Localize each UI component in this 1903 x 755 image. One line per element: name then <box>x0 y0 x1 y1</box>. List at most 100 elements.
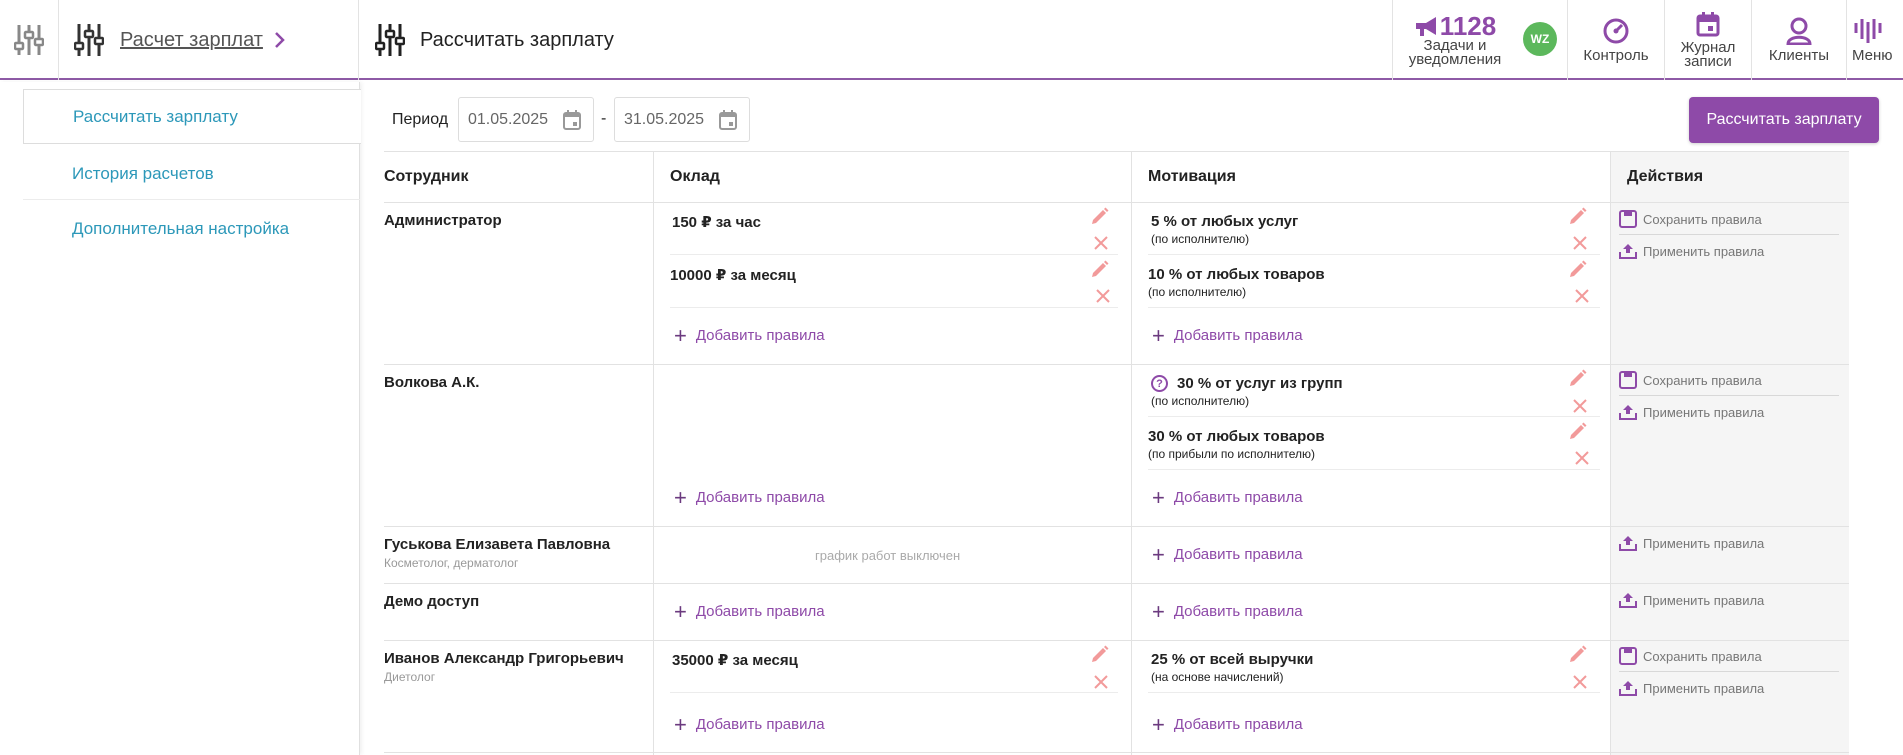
column-header-salary: Оклад <box>670 168 720 185</box>
salary-section-icon <box>74 0 104 80</box>
schedule-off-text: график работ выключен <box>815 548 961 563</box>
date-to-input[interactable]: 31.05.2025 <box>614 97 750 142</box>
sidebar-item-label: Рассчитать зарплату <box>73 106 238 126</box>
motivation-rule: 30 % от услуг из групп <box>1177 375 1343 392</box>
column-header-employee: Сотрудник <box>384 168 469 185</box>
motivation-rule-note: (по исполнителю) <box>1151 232 1250 246</box>
delete-icon[interactable] <box>1572 235 1588 251</box>
motivation-rule: 5 % от любых услуг <box>1151 213 1299 230</box>
calendar-icon[interactable] <box>719 110 737 130</box>
employee-name: Демо доступ <box>384 593 480 610</box>
salary-rule: 10000 ₽ за месяц <box>670 267 796 284</box>
delete-icon[interactable] <box>1572 398 1588 414</box>
edit-icon[interactable] <box>1090 206 1110 226</box>
nav-clients-label: Клиенты <box>1768 47 1830 64</box>
delete-icon[interactable] <box>1574 450 1590 466</box>
nav-clients[interactable]: Клиенты <box>1752 0 1846 80</box>
calendar-icon <box>1696 12 1720 37</box>
nav-journal[interactable]: Журнал записи <box>1665 0 1751 80</box>
add-rule-button[interactable]: + Добавить правила <box>674 714 825 736</box>
motivation-rule-note: (по прибыли по исполнителю) <box>1148 447 1315 461</box>
add-rule-button[interactable]: + Добавить правила <box>674 325 825 347</box>
date-dash: - <box>601 110 607 127</box>
tasks-label-2: уведомления <box>1408 51 1502 68</box>
floppy-icon <box>1619 647 1637 665</box>
breadcrumb-link[interactable]: Расчет зарплат <box>120 29 263 52</box>
page-title: Рассчитать зарплату <box>420 28 614 51</box>
filters-menu-icon[interactable] <box>14 0 44 80</box>
save-rules-button[interactable]: Сохранить правила <box>1619 210 1762 228</box>
sidebar: Рассчитать зарплату История расчетов Доп… <box>0 82 361 755</box>
delete-icon[interactable] <box>1093 674 1109 690</box>
save-rules-button[interactable]: Сохранить правила <box>1619 371 1762 389</box>
sidebar-item-label: История расчетов <box>72 163 214 183</box>
apply-rules-button[interactable]: Применить правила <box>1619 403 1764 421</box>
add-rule-button[interactable]: + Добавить правила <box>1152 325 1303 347</box>
add-rule-button[interactable]: + Добавить правила <box>1152 487 1303 509</box>
apply-rules-button[interactable]: Применить правила <box>1619 242 1764 260</box>
edit-icon[interactable] <box>1568 206 1588 226</box>
upload-icon <box>1619 405 1637 420</box>
nav-control[interactable]: Контроль <box>1568 0 1664 80</box>
calendar-icon[interactable] <box>563 110 581 130</box>
employee-name: Администратор <box>384 212 502 229</box>
edit-icon[interactable] <box>1090 259 1110 279</box>
avatar[interactable]: WZ <box>1523 22 1557 56</box>
motivation-rule-note: (по исполнителю) <box>1148 285 1247 299</box>
column-header-motivation: Мотивация <box>1148 168 1236 185</box>
nav-menu[interactable]: Меню <box>1852 0 1903 80</box>
help-icon[interactable]: ? <box>1151 375 1168 392</box>
edit-icon[interactable] <box>1568 368 1588 388</box>
delete-icon[interactable] <box>1574 288 1590 304</box>
tasks-notifications[interactable]: 1128 Задачи и уведомления <box>1400 0 1510 80</box>
sidebar-item-extra-settings[interactable]: Дополнительная настройка <box>23 201 360 256</box>
delete-icon[interactable] <box>1572 674 1588 690</box>
employee-role: Диетолог <box>384 670 436 684</box>
upload-icon <box>1619 593 1637 608</box>
add-rule-button[interactable]: + Добавить правила <box>674 487 825 509</box>
upload-icon <box>1619 244 1637 259</box>
edit-icon[interactable] <box>1568 421 1588 441</box>
motivation-rule: 30 % от любых товаров <box>1148 428 1325 445</box>
tasks-counter: 1128 <box>1439 11 1497 41</box>
floppy-icon <box>1619 371 1637 389</box>
salary-rule: 35000 ₽ за месяц <box>672 652 798 669</box>
breadcrumb[interactable]: Расчет зарплат <box>120 0 263 80</box>
upload-icon <box>1619 536 1637 551</box>
apply-rules-button[interactable]: Применить правила <box>1619 591 1764 609</box>
date-from-input[interactable]: 01.05.2025 <box>458 97 594 142</box>
calculate-salary-button[interactable]: Рассчитать зарплату <box>1689 97 1879 143</box>
sidebar-item-history[interactable]: История расчетов <box>23 146 360 201</box>
add-rule-button[interactable]: + Добавить правила <box>674 601 825 623</box>
delete-icon[interactable] <box>1095 288 1111 304</box>
sidebar-item-calculate[interactable]: Рассчитать зарплату <box>23 89 361 144</box>
add-rule-button[interactable]: + Добавить правила <box>1152 601 1303 623</box>
delete-icon[interactable] <box>1093 235 1109 251</box>
add-rule-button[interactable]: + Добавить правила <box>1152 544 1303 566</box>
motivation-rule-note: (по исполнителю) <box>1151 394 1250 408</box>
period-label: Период <box>392 111 449 128</box>
salary-rule: 150 ₽ за час <box>672 214 761 231</box>
upload-icon <box>1619 681 1637 696</box>
top-bar: Расчет зарплат Рассчитать зарплату 1128 … <box>0 0 1903 80</box>
nav-journal-label-2: записи <box>1684 53 1732 70</box>
motivation-rule: 10 % от любых товаров <box>1148 266 1325 283</box>
edit-icon[interactable] <box>1568 259 1588 279</box>
motivation-rule-note: (на основе начислений) <box>1151 670 1284 684</box>
employee-name: Гуськова Елизавета Павловна <box>384 536 611 553</box>
edit-icon[interactable] <box>1568 644 1588 664</box>
save-rules-button[interactable]: Сохранить правила <box>1619 647 1762 665</box>
column-header-actions: Действия <box>1627 168 1704 185</box>
nav-menu-label: Меню <box>1852 47 1893 64</box>
motivation-rule: 25 % от всей выручки <box>1151 651 1314 668</box>
chevron-right-icon <box>274 0 286 80</box>
date-from-value: 01.05.2025 <box>468 110 549 128</box>
apply-rules-button[interactable]: Применить правила <box>1619 679 1764 697</box>
megaphone-icon <box>1415 17 1436 36</box>
sidebar-item-label: Дополнительная настройка <box>72 218 290 238</box>
employee-name: Иванов Александр Григорьевич <box>384 650 624 667</box>
edit-icon[interactable] <box>1090 644 1110 664</box>
speedometer-icon <box>1603 18 1629 44</box>
add-rule-button[interactable]: + Добавить правила <box>1152 714 1303 736</box>
apply-rules-button[interactable]: Применить правила <box>1619 534 1764 552</box>
